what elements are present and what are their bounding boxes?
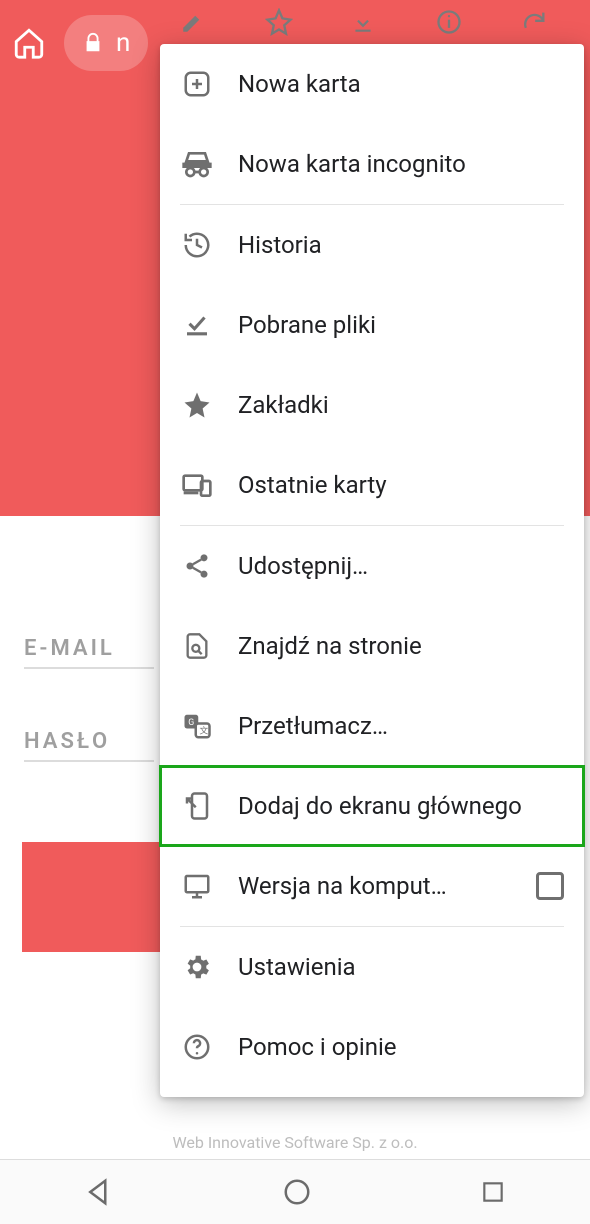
- menu-label: Wersja na komput…: [238, 872, 512, 900]
- menu-label: Udostępnij…: [238, 552, 564, 580]
- menu-item-recent-tabs[interactable]: Ostatnie karty: [160, 445, 584, 525]
- find-in-page-icon: [180, 629, 214, 663]
- history-icon: [180, 228, 214, 262]
- gear-icon: [180, 950, 214, 984]
- add-to-homescreen-icon: [180, 789, 214, 823]
- new-tab-icon: [180, 67, 214, 101]
- devices-icon: [180, 468, 214, 502]
- home-button[interactable]: [282, 1177, 312, 1207]
- overflow-menu: Nowa karta Nowa karta incognito Historia…: [160, 44, 584, 1097]
- menu-item-add-to-homescreen[interactable]: Dodaj do ekranu głównego: [160, 766, 584, 846]
- incognito-icon: [180, 147, 214, 181]
- edit-url-icon[interactable]: [180, 9, 224, 35]
- star-outline-icon[interactable]: [265, 8, 309, 36]
- recents-button[interactable]: [480, 1179, 506, 1205]
- menu-item-history[interactable]: Historia: [160, 205, 584, 285]
- download-icon[interactable]: [350, 9, 394, 35]
- menu-label: Dodaj do ekranu głównego: [238, 792, 564, 820]
- menu-label: Przetłumacz…: [238, 712, 564, 740]
- menu-item-translate[interactable]: G文 Przetłumacz…: [160, 686, 584, 766]
- menu-item-find[interactable]: Znajdź na stronie: [160, 606, 584, 686]
- menu-item-share[interactable]: Udostępnij…: [160, 526, 584, 606]
- downloads-icon: [180, 308, 214, 342]
- desktop-icon: [180, 869, 214, 903]
- star-icon: [180, 388, 214, 422]
- lock-icon: [82, 32, 104, 54]
- translate-icon: G文: [180, 709, 214, 743]
- svg-text:文: 文: [200, 725, 209, 737]
- menu-label: Ostatnie karty: [238, 471, 564, 499]
- svg-text:G: G: [188, 718, 194, 728]
- menu-item-bookmarks[interactable]: Zakładki: [160, 365, 584, 445]
- menu-label: Znajdź na stronie: [238, 632, 564, 660]
- url-text: n: [116, 28, 130, 58]
- share-icon: [180, 549, 214, 583]
- footer-copyright: Web Innovative Software Sp. z o.o.: [0, 1133, 590, 1152]
- password-field-underline[interactable]: [24, 754, 154, 762]
- menu-label: Pomoc i opinie: [238, 1033, 564, 1061]
- url-bar[interactable]: n: [64, 15, 148, 71]
- home-icon[interactable]: [12, 26, 46, 60]
- menu-label: Zakładki: [238, 391, 564, 419]
- email-field-underline[interactable]: [24, 661, 154, 669]
- menu-label: Ustawienia: [238, 953, 564, 981]
- menu-label: Historia: [238, 231, 564, 259]
- back-button[interactable]: [84, 1177, 114, 1207]
- menu-item-desktop-site[interactable]: Wersja na komput…: [160, 846, 584, 926]
- menu-item-incognito[interactable]: Nowa karta incognito: [160, 124, 584, 204]
- help-icon: [180, 1030, 214, 1064]
- menu-label: Nowa karta incognito: [238, 150, 564, 178]
- menu-item-new-tab[interactable]: Nowa karta: [160, 44, 584, 124]
- info-icon[interactable]: [435, 8, 479, 36]
- menu-item-settings[interactable]: Ustawienia: [160, 927, 584, 1007]
- refresh-icon[interactable]: [520, 8, 564, 36]
- menu-item-help[interactable]: Pomoc i opinie: [160, 1007, 584, 1087]
- menu-label: Pobrane pliki: [238, 311, 564, 339]
- menu-item-downloads[interactable]: Pobrane pliki: [160, 285, 584, 365]
- quick-action-row: [160, 0, 584, 44]
- system-nav-bar: [0, 1160, 590, 1224]
- login-button-partial[interactable]: [22, 842, 162, 952]
- menu-label: Nowa karta: [238, 70, 564, 98]
- desktop-site-checkbox[interactable]: [536, 872, 564, 900]
